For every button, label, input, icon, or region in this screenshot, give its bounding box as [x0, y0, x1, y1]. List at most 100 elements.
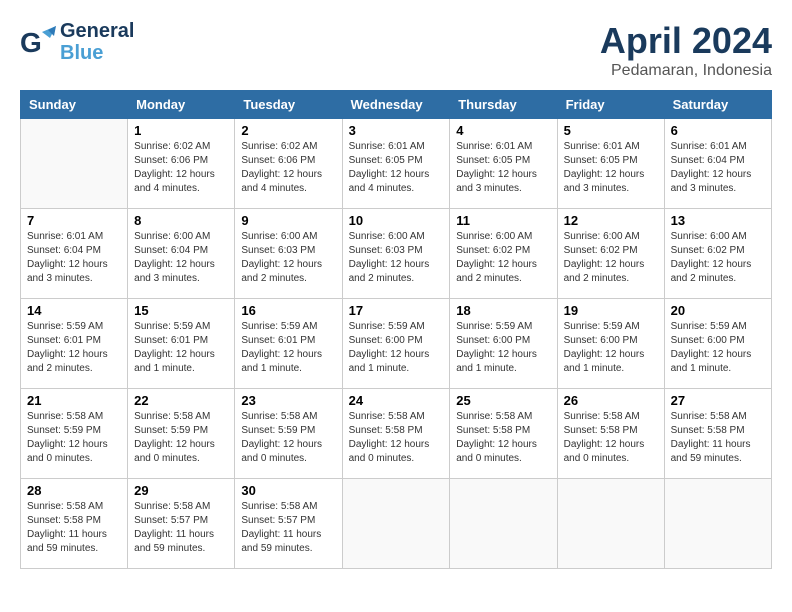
day-number: 10 — [349, 213, 444, 228]
day-info: Sunrise: 6:00 AM Sunset: 6:04 PM Dayligh… — [134, 230, 228, 286]
day-cell: 28 Sunrise: 5:58 AM Sunset: 5:58 PM Dayli… — [21, 479, 128, 569]
day-info: Sunrise: 5:58 AM Sunset: 5:58 PM Dayligh… — [564, 410, 658, 466]
day-number: 15 — [134, 303, 228, 318]
month-title: April 2024 — [600, 20, 772, 62]
day-info: Sunrise: 6:00 AM Sunset: 6:02 PM Dayligh… — [456, 230, 550, 286]
day-info: Sunrise: 6:01 AM Sunset: 6:05 PM Dayligh… — [349, 140, 444, 196]
day-cell: 10 Sunrise: 6:00 AM Sunset: 6:03 PM Dayli… — [342, 209, 450, 299]
week-row-2: 7 Sunrise: 6:01 AM Sunset: 6:04 PM Daylig… — [21, 209, 772, 299]
weekday-tuesday: Tuesday — [235, 91, 342, 119]
day-info: Sunrise: 6:00 AM Sunset: 6:03 PM Dayligh… — [349, 230, 444, 286]
day-cell: 23Sunrise: 5:58 AM Sunset: 5:59 PM Dayli… — [235, 389, 342, 479]
day-number: 28 — [27, 483, 121, 498]
day-cell: 29Sunrise: 5:58 AM Sunset: 5:57 PM Dayli… — [128, 479, 235, 569]
week-row-5: 28 Sunrise: 5:58 AM Sunset: 5:58 PM Dayli… — [21, 479, 772, 569]
day-info: Sunrise: 5:58 AM Sunset: 5:58 PM Dayligh… — [456, 410, 550, 466]
day-number: 19 — [564, 303, 658, 318]
day-number: 13 — [671, 213, 765, 228]
logo: G General Blue — [20, 20, 134, 64]
day-info: Sunrise: 5:58 AM Sunset: 5:59 PM Dayligh… — [241, 410, 335, 466]
day-info: Sunrise: 6:01 AM Sunset: 6:04 PM Dayligh… — [671, 140, 765, 196]
logo-icon: G — [20, 24, 56, 60]
day-cell — [21, 119, 128, 209]
weekday-sunday: Sunday — [21, 91, 128, 119]
location: Pedamaran, Indonesia — [600, 62, 772, 80]
day-cell: 6Sunrise: 6:01 AM Sunset: 6:04 PM Daylig… — [664, 119, 771, 209]
day-cell: 30 Sunrise: 5:58 AM Sunset: 5:57 PM Dayli… — [235, 479, 342, 569]
day-cell: 27Sunrise: 5:58 AM Sunset: 5:58 PM Dayli… — [664, 389, 771, 479]
day-number: 11 — [456, 213, 550, 228]
title-area: April 2024 Pedamaran, Indonesia — [600, 20, 772, 80]
day-info: Sunrise: 5:58 AM Sunset: 5:57 PM Dayligh… — [134, 500, 228, 556]
day-cell: 20Sunrise: 5:59 AM Sunset: 6:00 PM Dayli… — [664, 299, 771, 389]
day-number: 16 — [241, 303, 335, 318]
day-cell: 11 Sunrise: 6:00 AM Sunset: 6:02 PM Dayli… — [450, 209, 557, 299]
day-cell: 19 Sunrise: 5:59 AM Sunset: 6:00 PM Dayli… — [557, 299, 664, 389]
day-number: 18 — [456, 303, 550, 318]
weekday-thursday: Thursday — [450, 91, 557, 119]
day-cell: 4 Sunrise: 6:01 AM Sunset: 6:05 PM Daylig… — [450, 119, 557, 209]
day-cell: 9 Sunrise: 6:00 AM Sunset: 6:03 PM Daylig… — [235, 209, 342, 299]
day-number: 21 — [27, 393, 121, 408]
day-cell: 2 Sunrise: 6:02 AM Sunset: 6:06 PM Daylig… — [235, 119, 342, 209]
day-info: Sunrise: 6:01 AM Sunset: 6:05 PM Dayligh… — [456, 140, 550, 196]
weekday-saturday: Saturday — [664, 91, 771, 119]
day-cell: 22 Sunrise: 5:58 AM Sunset: 5:59 PM Dayli… — [128, 389, 235, 479]
day-info: Sunrise: 6:00 AM Sunset: 6:02 PM Dayligh… — [564, 230, 658, 286]
day-cell: 14Sunrise: 5:59 AM Sunset: 6:01 PM Dayli… — [21, 299, 128, 389]
day-info: Sunrise: 6:02 AM Sunset: 6:06 PM Dayligh… — [241, 140, 335, 196]
weekday-friday: Friday — [557, 91, 664, 119]
day-info: Sunrise: 5:58 AM Sunset: 5:59 PM Dayligh… — [27, 410, 121, 466]
day-cell — [557, 479, 664, 569]
day-info: Sunrise: 5:59 AM Sunset: 6:00 PM Dayligh… — [456, 320, 550, 376]
weekday-monday: Monday — [128, 91, 235, 119]
weekday-header-row: SundayMondayTuesdayWednesdayThursdayFrid… — [21, 91, 772, 119]
day-cell: 12 Sunrise: 6:00 AM Sunset: 6:02 PM Dayli… — [557, 209, 664, 299]
day-info: Sunrise: 5:59 AM Sunset: 6:01 PM Dayligh… — [241, 320, 335, 376]
day-info: Sunrise: 6:01 AM Sunset: 6:05 PM Dayligh… — [564, 140, 658, 196]
day-number: 24 — [349, 393, 444, 408]
day-number: 3 — [349, 123, 444, 138]
day-info: Sunrise: 6:00 AM Sunset: 6:02 PM Dayligh… — [671, 230, 765, 286]
day-number: 7 — [27, 213, 121, 228]
week-row-3: 14 Sunrise: 5:59 AM Sunset: 6:01 PM Dayli… — [21, 299, 772, 389]
day-info: Sunrise: 5:59 AM Sunset: 6:00 PM Dayligh… — [564, 320, 658, 376]
day-cell: 15 Sunrise: 5:59 AM Sunset: 6:01 PM Dayli… — [128, 299, 235, 389]
day-number: 8 — [134, 213, 228, 228]
svg-text:G: G — [20, 27, 42, 58]
day-info: Sunrise: 5:58 AM Sunset: 5:59 PM Dayligh… — [134, 410, 228, 466]
day-number: 25 — [456, 393, 550, 408]
day-cell: 8 Sunrise: 6:00 AM Sunset: 6:04 PM Daylig… — [128, 209, 235, 299]
day-number: 26 — [564, 393, 658, 408]
day-number: 14 — [27, 303, 121, 318]
day-info: Sunrise: 5:58 AM Sunset: 5:57 PM Dayligh… — [241, 500, 335, 556]
day-number: 22 — [134, 393, 228, 408]
logo-general: General — [60, 20, 134, 42]
day-number: 30 — [241, 483, 335, 498]
day-number: 20 — [671, 303, 765, 318]
day-number: 2 — [241, 123, 335, 138]
day-number: 9 — [241, 213, 335, 228]
day-cell: 5 Sunrise: 6:01 AM Sunset: 6:05 PM Daylig… — [557, 119, 664, 209]
day-info: Sunrise: 6:02 AM Sunset: 6:06 PM Dayligh… — [134, 140, 228, 196]
day-cell: 7 Sunrise: 6:01 AM Sunset: 6:04 PM Daylig… — [21, 209, 128, 299]
day-number: 4 — [456, 123, 550, 138]
day-info: Sunrise: 6:00 AM Sunset: 6:03 PM Dayligh… — [241, 230, 335, 286]
day-number: 12 — [564, 213, 658, 228]
week-row-1: 1Sunrise: 6:02 AM Sunset: 6:06 PM Daylig… — [21, 119, 772, 209]
day-cell: 18 Sunrise: 5:59 AM Sunset: 6:00 PM Dayli… — [450, 299, 557, 389]
day-info: Sunrise: 6:01 AM Sunset: 6:04 PM Dayligh… — [27, 230, 121, 286]
day-info: Sunrise: 5:58 AM Sunset: 5:58 PM Dayligh… — [349, 410, 444, 466]
logo-text-line1: General — [60, 20, 134, 42]
day-cell — [342, 479, 450, 569]
day-number: 5 — [564, 123, 658, 138]
day-cell — [664, 479, 771, 569]
day-cell: 1Sunrise: 6:02 AM Sunset: 6:06 PM Daylig… — [128, 119, 235, 209]
day-info: Sunrise: 5:58 AM Sunset: 5:58 PM Dayligh… — [27, 500, 121, 556]
day-cell: 25 Sunrise: 5:58 AM Sunset: 5:58 PM Dayli… — [450, 389, 557, 479]
day-cell: 26 Sunrise: 5:58 AM Sunset: 5:58 PM Dayli… — [557, 389, 664, 479]
calendar: SundayMondayTuesdayWednesdayThursdayFrid… — [20, 90, 772, 569]
day-cell: 24 Sunrise: 5:58 AM Sunset: 5:58 PM Dayli… — [342, 389, 450, 479]
day-cell: 17Sunrise: 5:59 AM Sunset: 6:00 PM Dayli… — [342, 299, 450, 389]
day-info: Sunrise: 5:59 AM Sunset: 6:01 PM Dayligh… — [134, 320, 228, 376]
